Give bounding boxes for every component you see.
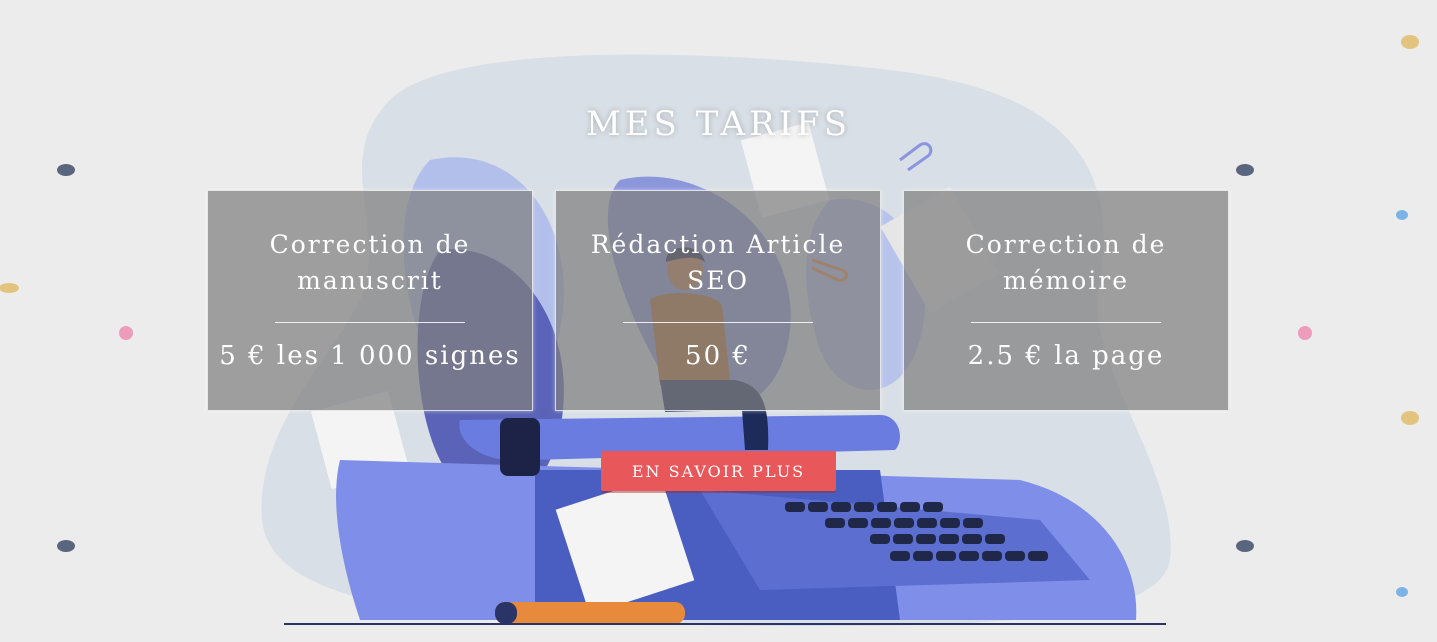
section-title: MES TARIFS [585, 104, 852, 144]
card-divider [275, 322, 465, 323]
pencil-cap [495, 602, 517, 624]
pricing-card-memoire: Correction de mémoire 2.5 € la page [903, 190, 1229, 411]
pricing-card-manuscrit: Correction de manuscrit 5 € les 1 000 si… [207, 190, 533, 411]
pricing-card-title: Rédaction Article SEO [590, 230, 846, 295]
confetti-dot [57, 164, 75, 176]
pricing-card-price: 2.5 € la page [967, 341, 1165, 371]
pricing-card-title: Correction de mémoire [965, 230, 1167, 295]
confetti-dot [119, 326, 133, 340]
confetti-dot [1401, 411, 1419, 425]
confetti-dot [1236, 164, 1254, 176]
card-divider [971, 322, 1161, 323]
confetti-dot [1298, 326, 1312, 340]
confetti-dot [1236, 540, 1254, 552]
confetti-dot [1401, 35, 1419, 49]
pricing-card-price: 50 € [685, 341, 751, 371]
pricing-section: MES TARIFS Correction de manuscrit 5 € l… [0, 0, 1437, 642]
learn-more-button[interactable]: EN SAVOIR PLUS [601, 451, 836, 491]
confetti-dot [1396, 587, 1408, 597]
card-divider [623, 322, 813, 323]
confetti-dot [1396, 210, 1408, 220]
confetti-dot [57, 540, 75, 552]
pricing-card-seo: Rédaction Article SEO 50 € [555, 190, 881, 411]
confetti-dot [0, 283, 19, 293]
pricing-card-price: 5 € les 1 000 signes [219, 341, 521, 371]
roller [500, 418, 540, 476]
pricing-card-title: Correction de manuscrit [269, 230, 471, 295]
pencil [495, 602, 685, 624]
